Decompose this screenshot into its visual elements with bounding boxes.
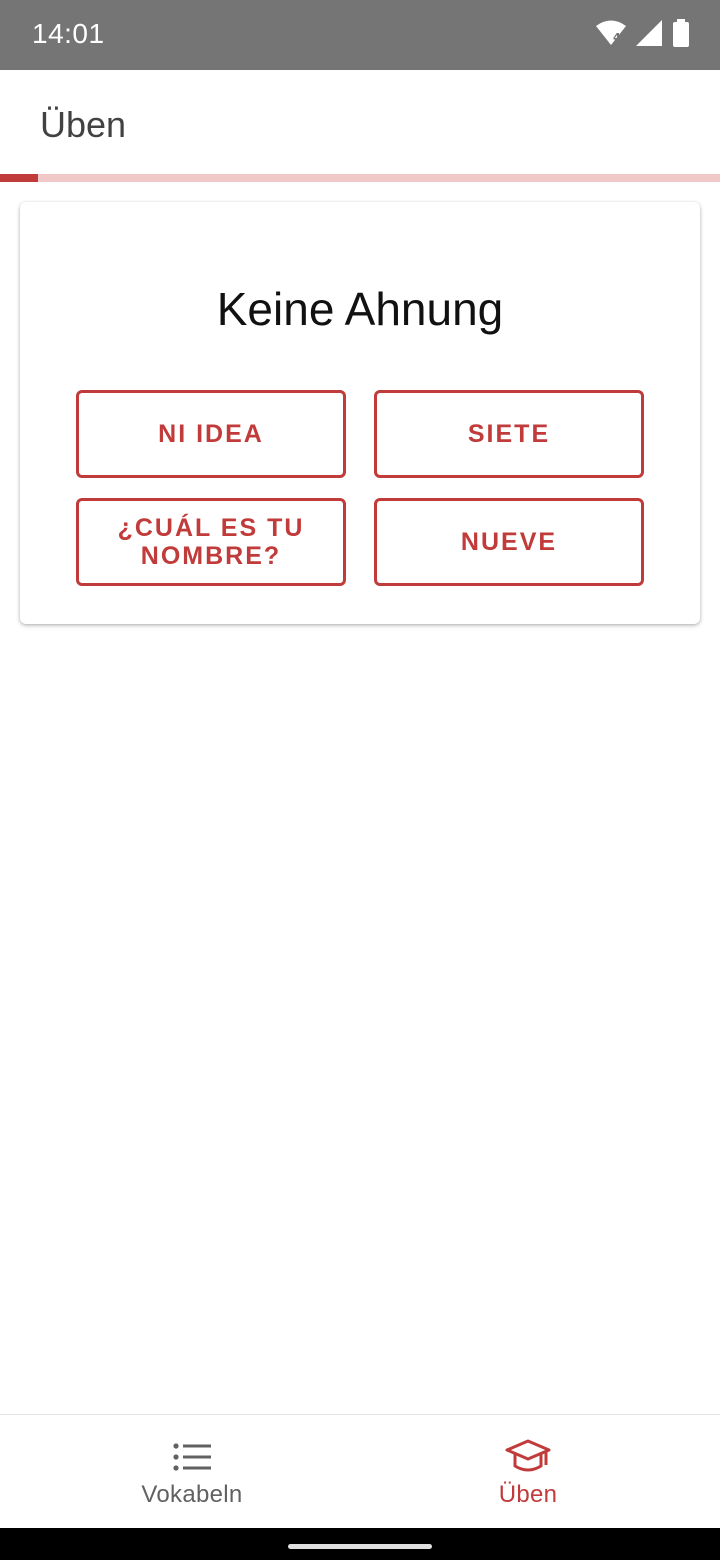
status-bar: 14:01 4: [0, 0, 720, 70]
nav-label-vokabeln: Vokabeln: [141, 1481, 243, 1508]
cell-signal-icon: [636, 19, 662, 51]
answer-button-3[interactable]: ¿CUÁL ES TU NOMBRE?: [76, 498, 346, 586]
nav-label-uben: Üben: [498, 1481, 558, 1508]
question-text: Keine Ahnung: [216, 283, 504, 335]
app-screen: 14:01 4 Üben Keine Ahnung NI IDEA SIETE …: [0, 0, 720, 1560]
wifi-badge: 4: [613, 31, 621, 44]
status-icons: 4: [596, 18, 690, 52]
gesture-handle[interactable]: [288, 1544, 432, 1549]
gesture-bar: [0, 1528, 720, 1560]
progress-fill: [0, 174, 39, 182]
battery-icon: [672, 18, 690, 52]
answer-button-4[interactable]: NUEVE: [374, 498, 644, 586]
list-icon: [173, 1437, 211, 1477]
status-time: 14:01: [32, 18, 105, 49]
answer-button-1[interactable]: NI IDEA: [76, 390, 346, 478]
progress-bar: [0, 174, 720, 182]
graduation-cap-icon: [505, 1437, 551, 1477]
answer-grid: NI IDEA SIETE ¿CUÁL ES TU NOMBRE? NUEVE: [76, 390, 644, 586]
answer-button-2[interactable]: SIETE: [374, 390, 644, 478]
wifi-icon: 4: [596, 20, 626, 51]
quiz-card: Keine Ahnung NI IDEA SIETE ¿CUÁL ES TU N…: [20, 202, 700, 624]
page-title: Üben: [40, 104, 127, 145]
bottom-navigation: Vokabeln Üben: [0, 1414, 720, 1528]
app-bar: Üben: [0, 70, 720, 174]
nav-item-uben[interactable]: Üben: [348, 1415, 708, 1529]
nav-item-vokabeln[interactable]: Vokabeln: [12, 1415, 372, 1529]
